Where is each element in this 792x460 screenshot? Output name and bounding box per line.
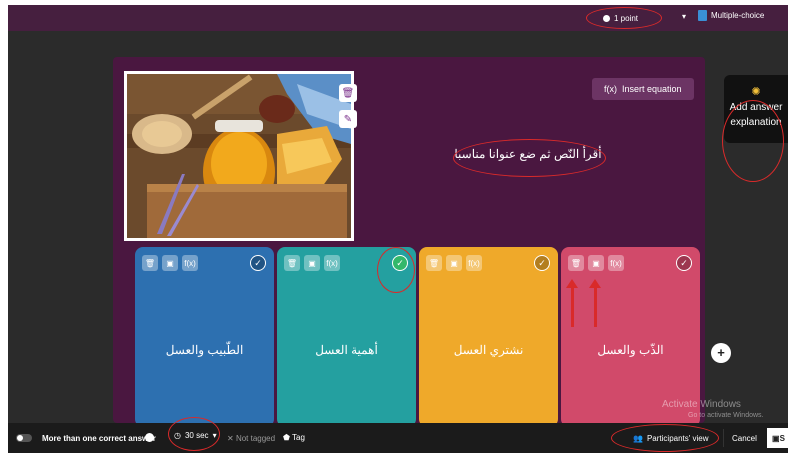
correct-toggle[interactable]: ✓ xyxy=(250,255,266,271)
chevron-down-icon: ▾ xyxy=(212,431,217,440)
save-button[interactable]: ▣ S xyxy=(767,428,788,448)
answer-label[interactable]: أهمية العسل xyxy=(277,343,416,357)
participants-view-label: Participants' view xyxy=(646,433,709,443)
answer-option-2[interactable]: 🗑 ▣ f(x) ✓ أهمية العسل xyxy=(277,247,416,427)
image-icon[interactable]: ▣ xyxy=(588,255,604,271)
edit-image-icon[interactable]: ✎ xyxy=(339,110,357,128)
explanation-label-line1: Add answer xyxy=(729,102,783,113)
annotation-arrow xyxy=(566,279,578,327)
multi-correct-label: More than one correct answer xyxy=(42,434,156,443)
top-bar: 1 point ▾ Multiple-choice xyxy=(8,5,788,31)
correct-toggle[interactable]: ✓ xyxy=(676,255,692,271)
activate-windows-watermark: Activate Windows Go to activate Windows. xyxy=(662,399,763,419)
cancel-label: Cancel xyxy=(732,433,757,443)
delete-icon[interactable]: 🗑 xyxy=(426,255,442,271)
timer-icon: ◷ xyxy=(174,431,181,440)
answer-option-3[interactable]: 🗑 ▣ f(x) ✓ نشتري العسل xyxy=(419,247,558,427)
annotation-arrow xyxy=(589,279,601,327)
close-icon: ✕ xyxy=(227,434,236,443)
points-icon xyxy=(603,14,610,22)
explanation-label-line2: explanation xyxy=(730,117,782,128)
add-answer-button[interactable]: + xyxy=(711,343,731,363)
equation-icon[interactable]: f(x) xyxy=(466,255,482,271)
question-image[interactable] xyxy=(124,71,354,241)
watermark-title: Activate Windows xyxy=(662,399,741,410)
timer-selector[interactable]: ◷ 30 sec ▾ xyxy=(174,431,217,440)
multi-correct-toggle[interactable] xyxy=(16,434,32,442)
delete-icon[interactable]: 🗑 xyxy=(568,255,584,271)
insert-equation-label: Insert equation xyxy=(622,84,682,94)
answer-option-1[interactable]: 🗑 ▣ f(x) ✓ الطّبيب والعسل xyxy=(135,247,274,427)
question-type-label: Multiple-choice xyxy=(711,11,765,20)
cancel-button[interactable]: Cancel xyxy=(723,429,765,447)
answer-label[interactable]: الذّب والعسل xyxy=(561,343,700,357)
equation-icon[interactable]: f(x) xyxy=(608,255,624,271)
delete-image-icon[interactable]: 🗑 xyxy=(339,84,357,102)
answer-label[interactable]: الطّبيب والعسل xyxy=(135,343,274,357)
quiz-editor: 1 point ▾ Multiple-choice 🗑 ✎ f(x) Inser… xyxy=(8,5,788,453)
equation-icon[interactable]: f(x) xyxy=(182,255,198,271)
not-tagged-label: ✕ Not tagged xyxy=(227,434,275,443)
equation-icon[interactable]: f(x) xyxy=(324,255,340,271)
points-label: 1 point xyxy=(614,13,639,23)
participants-icon: 👥 xyxy=(633,433,643,443)
tag-button[interactable]: ⬟ Tag xyxy=(283,433,305,442)
honey-photo xyxy=(127,74,351,238)
bottom-bar: More than one correct answer ◷ 30 sec ▾ … xyxy=(8,417,788,453)
question-text[interactable]: أقرأ النّص ثم ضع عنوانا مناسبا xyxy=(453,147,603,161)
equation-icon: f(x) xyxy=(604,84,617,94)
question-type-selector[interactable]: Multiple-choice xyxy=(698,10,764,21)
points-selector[interactable]: 1 point xyxy=(593,10,648,26)
answer-label[interactable]: نشتري العسل xyxy=(419,343,558,357)
save-icon: ▣ xyxy=(772,433,780,443)
not-tagged-text: Not tagged xyxy=(235,434,276,443)
tag-icon: ⬟ xyxy=(283,433,293,442)
add-answer-explanation-button[interactable]: ✺ Add answer explanation xyxy=(724,75,788,143)
save-label: S xyxy=(779,433,785,443)
watermark-subtitle: Go to activate Windows. xyxy=(688,412,764,419)
info-icon[interactable] xyxy=(145,433,154,442)
chevron-down-icon[interactable]: ▾ xyxy=(682,12,686,21)
image-icon[interactable]: ▣ xyxy=(162,255,178,271)
timer-label: 30 sec xyxy=(184,431,209,440)
multiple-choice-icon xyxy=(698,10,707,21)
correct-toggle[interactable]: ✓ xyxy=(392,255,408,271)
correct-toggle[interactable]: ✓ xyxy=(534,255,550,271)
question-panel: 🗑 ✎ f(x) Insert equation أقرأ النّص ثم ض… xyxy=(113,57,705,427)
image-icon[interactable]: ▣ xyxy=(304,255,320,271)
lightbulb-icon: ✺ xyxy=(751,86,761,98)
delete-icon[interactable]: 🗑 xyxy=(142,255,158,271)
participants-view-button[interactable]: 👥 Participants' view xyxy=(625,429,717,447)
tag-label: Tag xyxy=(292,433,305,442)
delete-icon[interactable]: 🗑 xyxy=(284,255,300,271)
insert-equation-button[interactable]: f(x) Insert equation xyxy=(592,78,694,100)
image-icon[interactable]: ▣ xyxy=(446,255,462,271)
